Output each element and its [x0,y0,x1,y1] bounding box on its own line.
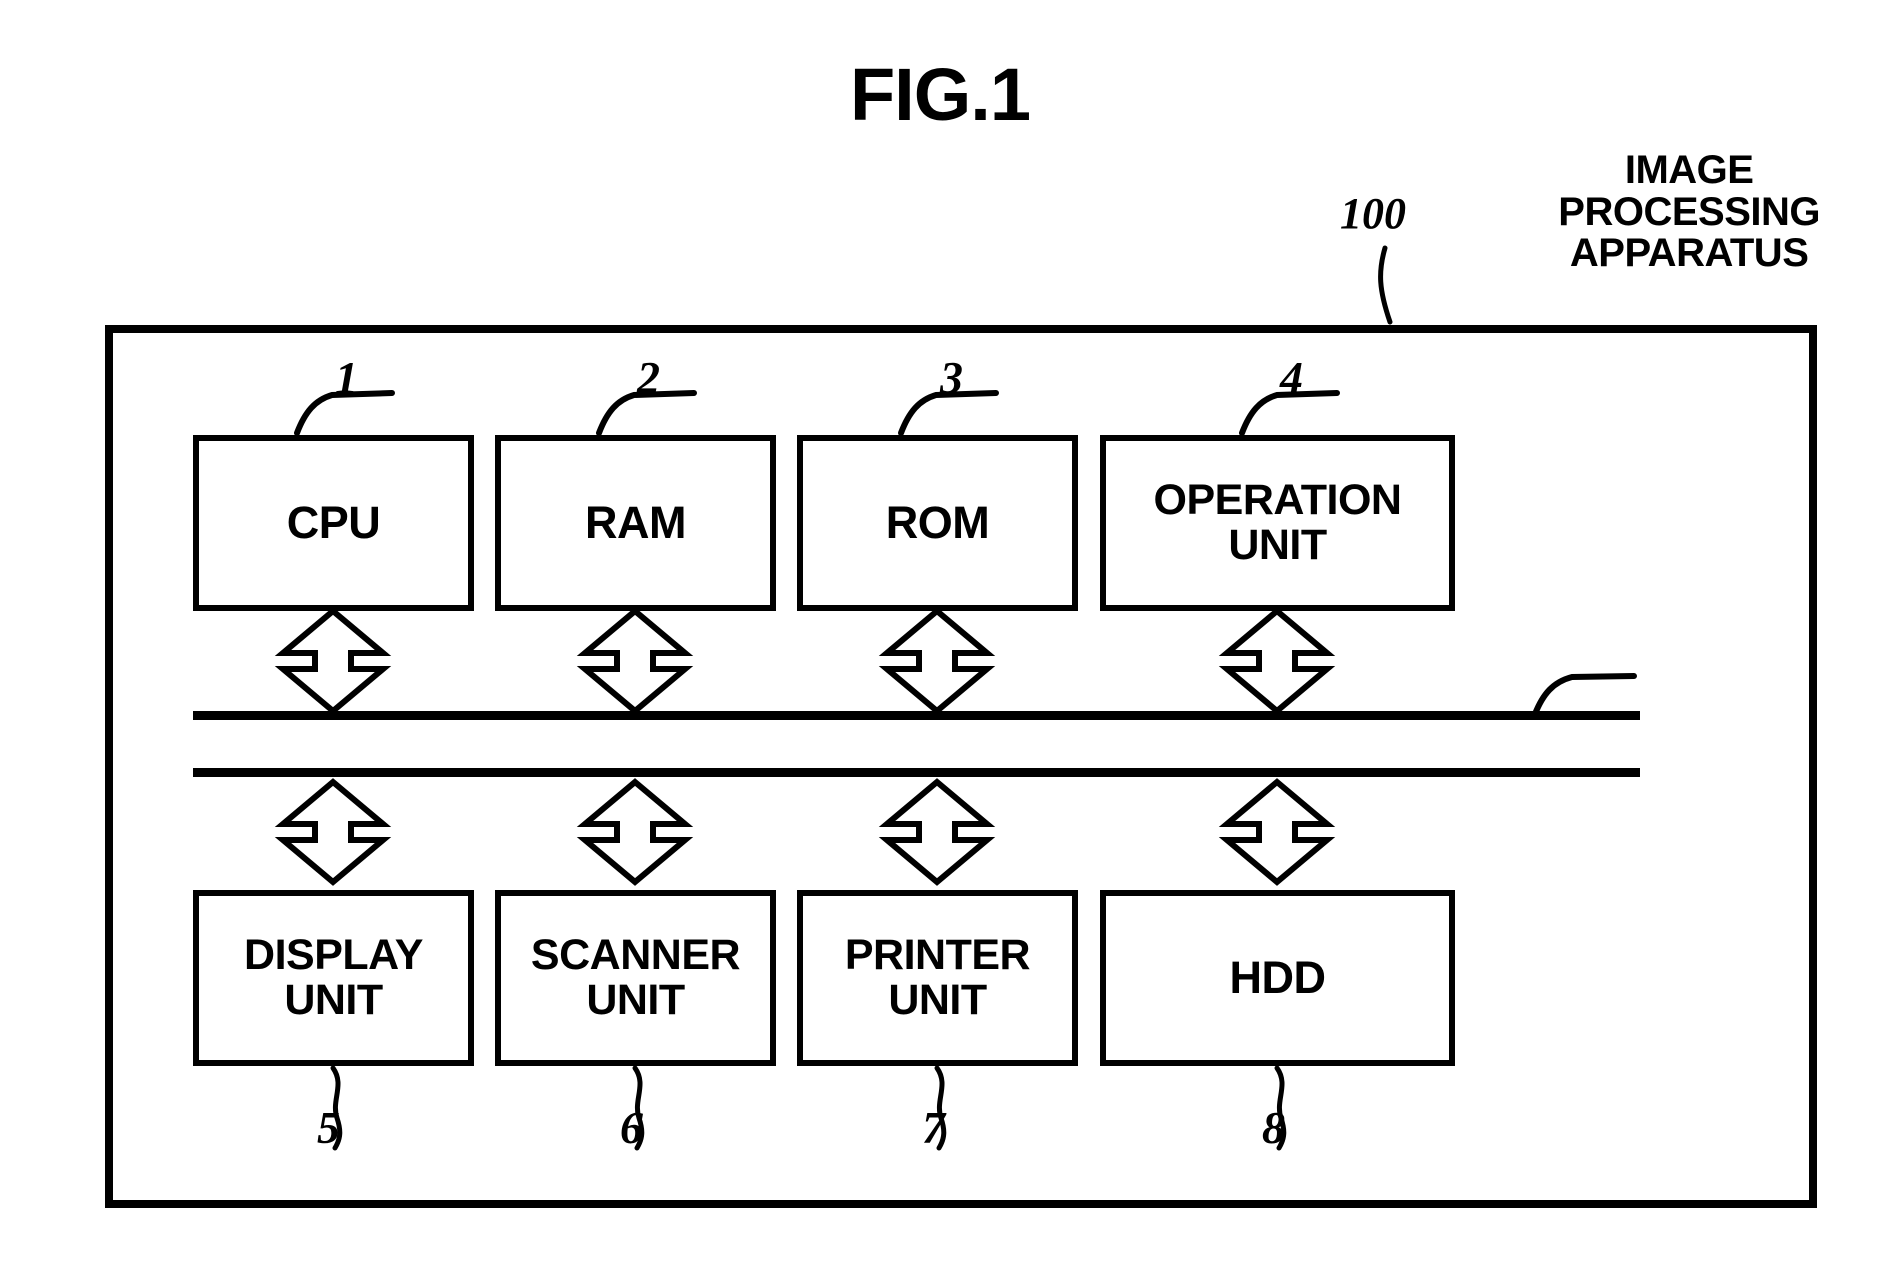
apparatus-label: IMAGE PROCESSING APPARATUS [1558,148,1820,276]
reference-numeral-7: 7 [922,1102,945,1153]
unit-box-operation-unit[interactable]: OPERATION UNIT [1100,435,1455,611]
unit-box-hdd[interactable]: HDD [1100,890,1455,1066]
reference-numeral-2: 2 [637,352,660,403]
main-bus-line-upper [193,711,1640,720]
unit-box-cpu[interactable]: CPU [193,435,474,611]
reference-numeral-4: 4 [1280,352,1303,403]
reference-numeral-100: 100 [1340,189,1406,238]
reference-numeral-3: 3 [940,352,963,403]
reference-numeral-6: 6 [620,1102,643,1153]
unit-box-rom[interactable]: ROM [797,435,1078,611]
unit-box-display-unit[interactable]: DISPLAY UNIT [193,890,474,1066]
apparatus-label-line-2: PROCESSING [1558,189,1820,234]
leader-line-100 [1378,245,1393,325]
unit-box-printer-unit[interactable]: PRINTER UNIT [797,890,1078,1066]
patent-figure: FIG.1 IMAGE PROCESSING APPARATUS 100 MAI… [0,0,1880,1266]
main-bus-line-lower [193,768,1640,777]
figure-title: FIG.1 [849,53,1031,136]
unit-box-ram[interactable]: RAM [495,435,776,611]
reference-numeral-1: 1 [335,352,358,403]
unit-box-scanner-unit[interactable]: SCANNER UNIT [495,890,776,1066]
reference-numeral-8: 8 [1262,1102,1285,1153]
apparatus-label-line-1: IMAGE [1624,148,1754,192]
apparatus-label-line-3: APPARATUS [1569,231,1809,276]
reference-numeral-5: 5 [317,1102,340,1153]
